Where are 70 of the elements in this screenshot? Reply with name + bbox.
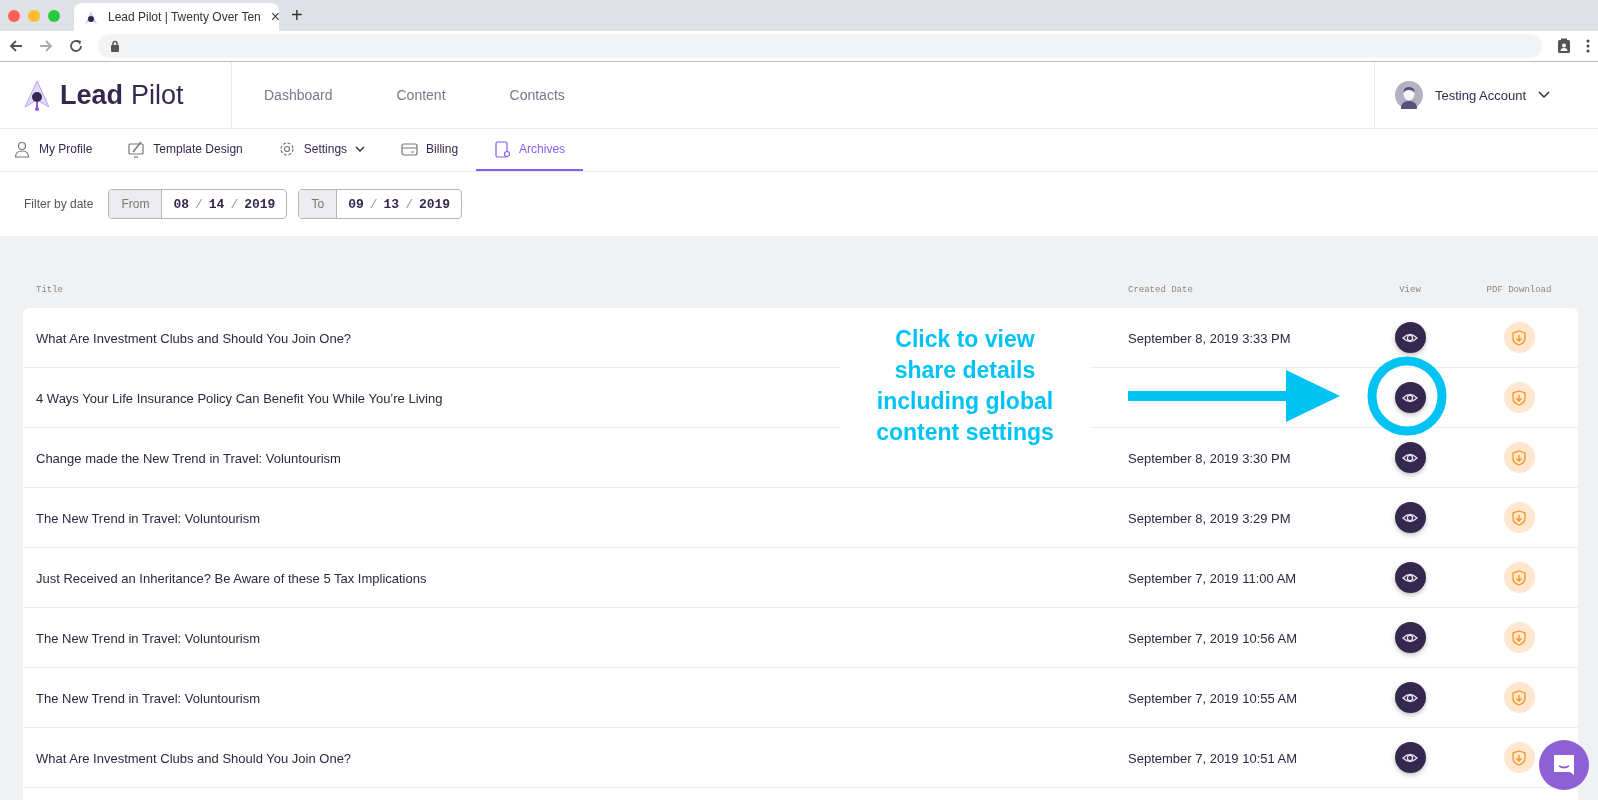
settings-tab[interactable]: Billing	[383, 129, 477, 171]
table-cell: September 7, 2019 10:55 AM	[1128, 690, 1298, 706]
table-cell: September 7, 2019 10:56 AM	[1128, 630, 1298, 646]
settings-tab[interactable]: Settings	[260, 129, 384, 171]
table-cell: September 7, 2019 11:00 AM	[1128, 570, 1297, 586]
view-button[interactable]	[1394, 622, 1426, 653]
settings-tab[interactable]: My Profile	[14, 129, 111, 171]
table-cell: The New Trend in Travel: Voluntourism	[36, 630, 260, 646]
shield-download-icon	[1512, 689, 1526, 706]
view-button[interactable]	[1394, 682, 1426, 713]
logo-text[interactable]: Lead Pilot	[60, 79, 184, 111]
filter-label: Filter by date	[24, 197, 94, 211]
card-icon	[401, 140, 419, 158]
shield-download-icon	[1512, 629, 1526, 646]
settings-tab[interactable]: Template Design	[110, 129, 261, 171]
table-cell: 4 Ways Your Life Insurance Policy Can Benefit You While You’re Living	[36, 390, 443, 406]
chat-bubble-icon	[1552, 753, 1576, 777]
person-icon	[14, 140, 31, 158]
table-cell: September 7, 2019 10:51 AM	[1128, 750, 1298, 766]
browser-tab[interactable]: Lead Pilot | Twenty Over Ten ×	[74, 3, 279, 31]
account-menu[interactable]: Testing Account	[1374, 62, 1598, 128]
lock-icon	[110, 40, 120, 52]
document-icon	[494, 140, 512, 158]
view-button[interactable]	[1394, 742, 1426, 773]
shield-download-icon	[1512, 389, 1526, 406]
gear-icon	[278, 140, 296, 158]
more-icon[interactable]	[1586, 39, 1590, 53]
view-button[interactable]	[1394, 502, 1426, 533]
view-button[interactable]	[1394, 382, 1426, 413]
close-icon[interactable]: ×	[270, 8, 281, 26]
rocket-logo-icon	[24, 79, 50, 111]
avatar-icon	[1395, 81, 1423, 109]
nav-link[interactable]: Contacts	[509, 87, 565, 103]
view-button[interactable]	[1394, 442, 1426, 473]
nav-link[interactable]: Content	[396, 87, 446, 103]
new-tab-button[interactable]: +	[279, 4, 315, 31]
table-cell: The New Trend in Travel: Voluntourism	[36, 690, 260, 706]
chevron-down-icon	[1538, 91, 1551, 99]
column-header: View	[1398, 285, 1422, 295]
column-header: Created Date	[1128, 285, 1194, 295]
rocket-logo-icon	[84, 9, 98, 25]
date-field[interactable]: From 08 / 14 / 2019	[108, 189, 288, 219]
clipboard-icon[interactable]	[1556, 38, 1572, 54]
shield-download-icon	[1512, 569, 1526, 586]
tab-title: Lead Pilot | Twenty Over Ten	[108, 10, 261, 24]
column-header: Title	[35, 285, 64, 295]
table-cell: September 8, 2019 3:30 PM	[1128, 450, 1291, 466]
nav-link[interactable]: Dashboard	[264, 87, 333, 103]
window-control-icon[interactable]	[8, 9, 20, 22]
table-cell: What Are Investment Clubs and Should You Join One?	[36, 750, 352, 766]
shield-download-icon	[1512, 749, 1526, 766]
shield-download-icon	[1512, 329, 1526, 346]
reload-icon[interactable]	[68, 38, 84, 54]
table-cell: Just Received an Inheritance? Be Aware of these 5 Tax Implications	[36, 570, 427, 586]
settings-tab[interactable]: Archives	[476, 129, 584, 171]
address-field[interactable]	[98, 34, 1542, 58]
view-button[interactable]	[1394, 322, 1426, 353]
table-cell: The New Trend in Travel: Voluntourism	[36, 510, 260, 526]
back-icon[interactable]	[8, 38, 24, 54]
column-header: PDF Download	[1485, 285, 1553, 295]
table-cell: September 8, 2019 3:29 PM	[1128, 510, 1291, 526]
shield-download-icon	[1512, 509, 1526, 526]
monitor-brush-icon	[128, 140, 146, 158]
date-field[interactable]: To 09 / 13 / 2019	[298, 189, 463, 219]
view-button[interactable]	[1394, 562, 1426, 593]
table-cell: What Are Investment Clubs and Should You Join One?	[36, 330, 352, 346]
shield-download-icon	[1512, 449, 1526, 466]
table-cell: September 8, 2019 3:33 PM	[1128, 330, 1291, 346]
forward-icon[interactable]	[38, 38, 54, 54]
table-cell: Change made the New Trend in Travel: Voluntourism	[36, 450, 341, 466]
